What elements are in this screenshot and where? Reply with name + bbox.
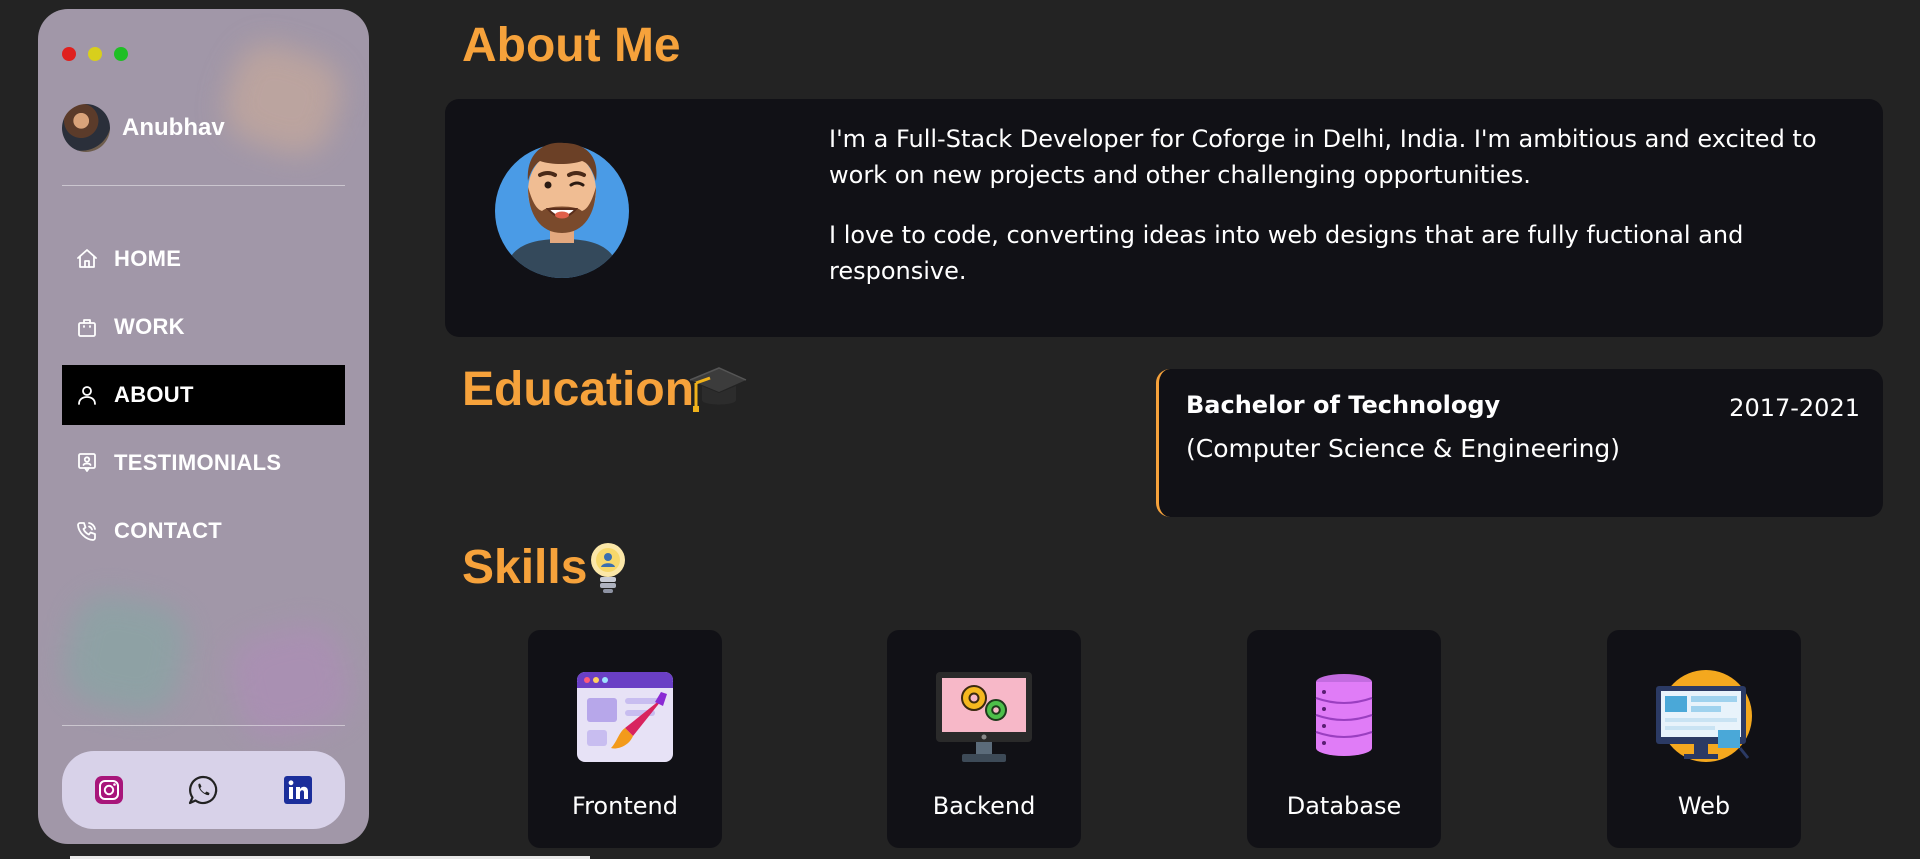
linkedin-icon [283,776,312,804]
backend-icon [936,672,1032,762]
home-icon [74,246,100,272]
sidebar: Anubhav HOME WORK ABOUT TESTIMONIALS CON… [38,9,369,844]
nav-label: CONTACT [114,518,223,543]
skill-card-web[interactable]: Web [1607,630,1801,848]
sidebar-divider [62,725,345,726]
degree-title: Bachelor of Technology [1186,391,1501,419]
nav-item-about[interactable]: ABOUT [62,365,345,425]
degree-field: (Computer Science & Engineering) [1186,434,1621,463]
briefcase-icon [74,314,100,340]
profile: Anubhav [62,104,225,152]
linkedin-link[interactable] [281,773,315,807]
skill-card-database[interactable]: Database [1247,630,1441,848]
instagram-icon [95,776,124,804]
education-title: Education [462,363,695,416]
nav-label: HOME [114,246,182,271]
about-card: I'm a Full-Stack Developer for Coforge i… [445,99,1883,337]
about-paragraph: I'm a Full-Stack Developer for Coforge i… [829,125,1817,189]
nav-item-home[interactable]: HOME [62,229,345,289]
window-controls [62,47,128,61]
skill-label: Frontend [572,792,678,820]
decorative-blob [57,588,194,720]
decorative-blob [222,616,359,747]
skill-label: Database [1286,792,1402,820]
nav-label: WORK [114,314,185,339]
skills-title: Skills [462,541,588,594]
degree-years: 2017-2021 [1729,394,1860,422]
avatar-illustration [495,142,629,278]
close-window-dot[interactable] [62,47,76,61]
nav-label: ABOUT [114,382,194,407]
web-icon [1656,670,1752,762]
skill-label: Backend [932,792,1036,820]
skill-label: Web [1677,792,1731,820]
phone-icon [74,518,100,544]
minimize-window-dot[interactable] [88,47,102,61]
nav-item-testimonials[interactable]: TESTIMONIALS [62,433,345,493]
nav-item-work[interactable]: WORK [62,297,345,357]
social-links [62,751,345,829]
user-icon [74,382,100,408]
skill-card-frontend[interactable]: Frontend [528,630,722,848]
database-icon [1315,674,1373,756]
lightbulb-icon [591,543,625,593]
education-card: Bachelor of Technology (Computer Science… [1156,369,1883,517]
main-nav: HOME WORK ABOUT TESTIMONIALS CONTACT [62,229,345,569]
avatar [62,104,110,152]
decorative-blob [215,34,351,164]
about-paragraph: I love to code, converting ideas into we… [829,221,1744,285]
testimonial-icon [74,450,100,476]
nav-label: TESTIMONIALS [114,450,282,475]
about-title: About Me [462,19,681,72]
frontend-icon [577,672,673,762]
graduation-cap-icon [689,367,747,412]
maximize-window-dot[interactable] [114,47,128,61]
profile-name: Anubhav [122,114,225,141]
about-description: I'm a Full-Stack Developer for Coforge i… [829,121,1869,313]
whatsapp-link[interactable] [186,773,220,807]
sidebar-divider [62,185,345,186]
nav-item-contact[interactable]: CONTACT [62,501,345,561]
whatsapp-icon [189,775,218,805]
skill-card-backend[interactable]: Backend [887,630,1081,848]
instagram-link[interactable] [92,773,126,807]
